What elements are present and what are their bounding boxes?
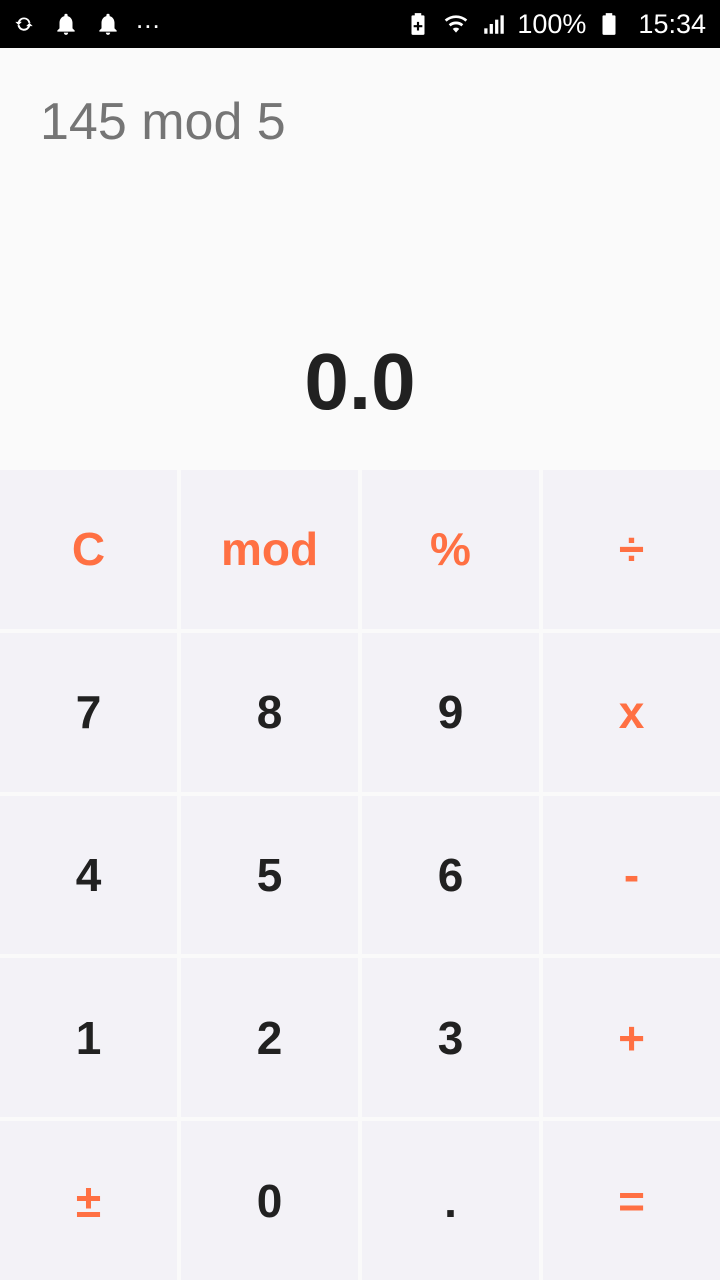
multiply-button[interactable]: x xyxy=(543,632,720,792)
battery-percentage: 100% xyxy=(517,8,587,39)
digit-3-button[interactable]: 3 xyxy=(362,958,539,1118)
digit-8-button[interactable]: 8 xyxy=(181,632,358,792)
divide-button[interactable]: ÷ xyxy=(543,470,720,629)
equals-button[interactable]: = xyxy=(543,1121,720,1280)
subtract-button[interactable]: - xyxy=(543,795,720,955)
sync-icon xyxy=(10,10,38,38)
battery-saver-icon xyxy=(403,10,433,38)
signal-icon xyxy=(479,10,509,38)
result-text: 0.0 xyxy=(304,337,416,426)
bell-icon xyxy=(52,10,80,38)
mod-button[interactable]: mod xyxy=(181,470,358,629)
digit-4-button[interactable]: 4 xyxy=(0,795,177,955)
clock: 15:34 xyxy=(638,8,706,39)
calculator-display: 145 mod 5 0.0 xyxy=(0,48,720,470)
decimal-button[interactable]: . xyxy=(362,1121,539,1280)
percent-button[interactable]: % xyxy=(362,470,539,629)
digit-6-button[interactable]: 6 xyxy=(362,795,539,955)
status-bar-right: 100% 15:34 xyxy=(403,9,706,40)
keypad: C mod % ÷ 7 8 9 x 4 5 6 - 1 2 3 + ± 0 . … xyxy=(0,470,720,1280)
clear-button[interactable]: C xyxy=(0,470,177,629)
expression-text: 145 mod 5 xyxy=(40,93,286,151)
battery-icon xyxy=(594,10,624,38)
status-bar: ... 100% 15:34 xyxy=(0,0,720,48)
digit-5-button[interactable]: 5 xyxy=(181,795,358,955)
digit-0-button[interactable]: 0 xyxy=(181,1121,358,1280)
digit-9-button[interactable]: 9 xyxy=(362,632,539,792)
status-bar-left: ... xyxy=(10,4,161,38)
digit-2-button[interactable]: 2 xyxy=(181,958,358,1118)
wifi-icon xyxy=(441,10,471,38)
add-button[interactable]: + xyxy=(543,958,720,1118)
bell-icon xyxy=(94,10,122,38)
digit-1-button[interactable]: 1 xyxy=(0,958,177,1118)
digit-7-button[interactable]: 7 xyxy=(0,632,177,792)
plus-minus-button[interactable]: ± xyxy=(0,1121,177,1280)
more-notifications: ... xyxy=(136,3,161,34)
